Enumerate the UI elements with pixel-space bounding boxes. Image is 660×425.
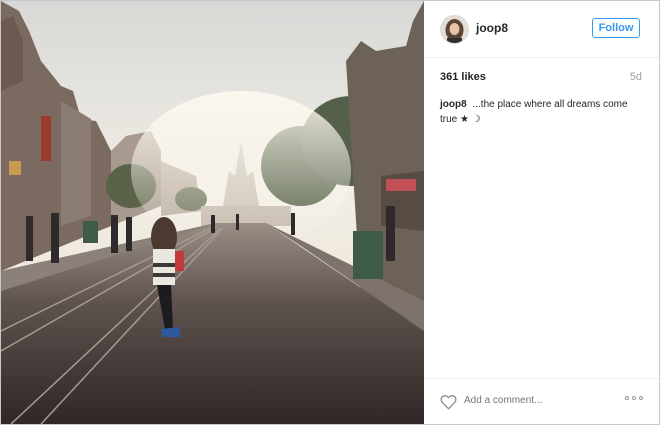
more-dot <box>625 396 629 400</box>
heart-outline-icon[interactable] <box>440 394 457 410</box>
post-dialog: joop8 Follow 361 likes 5d joop8 ...the p… <box>0 0 660 425</box>
more-dot <box>632 396 636 400</box>
likes-count[interactable]: 361 likes <box>440 71 486 83</box>
avatar[interactable] <box>440 15 469 44</box>
more-dot <box>639 396 643 400</box>
street-scene-image <box>1 1 424 424</box>
more-options-icon[interactable] <box>625 396 643 400</box>
post-header: joop8 Follow <box>424 1 659 58</box>
caption-username[interactable]: joop8 <box>440 99 467 110</box>
comment-input[interactable] <box>464 395 614 406</box>
follow-button[interactable]: Follow <box>592 18 640 38</box>
avatar-image <box>441 16 468 43</box>
post-sidebar: joop8 Follow 361 likes 5d joop8 ...the p… <box>424 1 659 424</box>
post-age[interactable]: 5d <box>630 71 642 83</box>
comment-bar <box>424 378 659 425</box>
post-caption: joop8 ...the place where all dreams come… <box>440 97 640 127</box>
post-photo[interactable] <box>1 1 424 424</box>
caption-text: ...the place where all dreams come true … <box>440 99 628 125</box>
username-link[interactable]: joop8 <box>476 21 508 35</box>
